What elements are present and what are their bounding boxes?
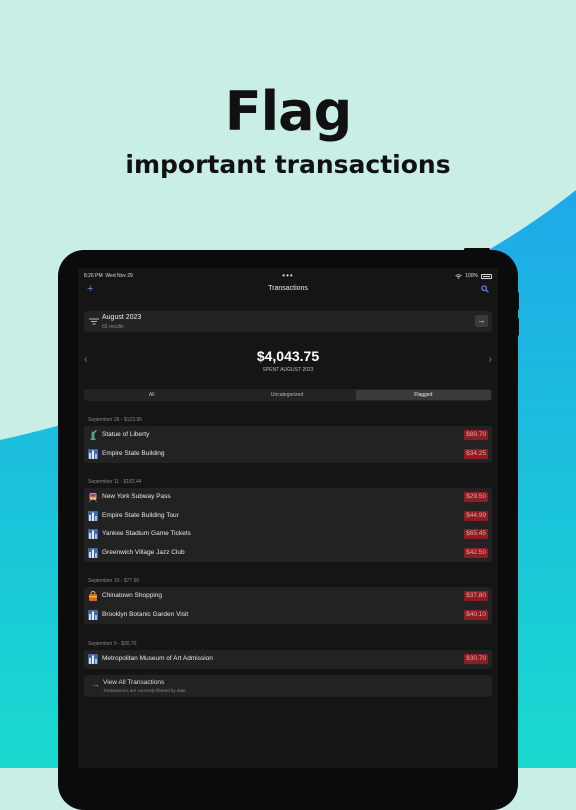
- transaction-group: Chinatown Shopping $37.80 Brooklyn Botan…: [84, 587, 492, 624]
- transaction-group: Metropolitan Museum of Art Admission $30…: [84, 650, 492, 669]
- multitasking-dots-icon[interactable]: •••: [84, 271, 492, 280]
- subway-icon: [89, 493, 97, 502]
- city-icon: [88, 654, 98, 664]
- transaction-row[interactable]: New York Subway Pass $29.50: [84, 488, 492, 507]
- filter-title: August 2023: [102, 314, 142, 321]
- arrow-right-icon[interactable]: →: [475, 315, 488, 327]
- transaction-name: New York Subway Pass: [102, 493, 171, 500]
- top-button: [464, 248, 490, 251]
- transaction-row[interactable]: Brooklyn Botanic Garden Visit $40.10: [84, 606, 492, 625]
- battery-percent: 100%: [465, 273, 478, 279]
- volume-button: [516, 318, 519, 336]
- filter-count: 66 results: [102, 324, 124, 330]
- transaction-amount: $30.70: [464, 654, 488, 664]
- transaction-amount: $40.10: [464, 609, 488, 620]
- search-icon[interactable]: [481, 285, 489, 293]
- transaction-group: New York Subway Pass $29.50 Empire State…: [84, 488, 492, 562]
- hero-subtitle: important transactions: [125, 150, 451, 179]
- transaction-name: Yankee Stadium Game Tickets: [102, 530, 191, 537]
- transaction-name: Metropolitan Museum of Art Admission: [102, 655, 213, 662]
- section-header: September 9 - $30.70: [88, 641, 137, 647]
- status-right: 100%: [455, 273, 492, 279]
- statue-icon: [90, 430, 97, 440]
- status-bar: 8:26 PM Wed Nov 29 ••• 100%: [84, 271, 492, 281]
- transaction-name: Empire State Building Tour: [102, 511, 179, 519]
- transaction-row[interactable]: Empire State Building $34.25: [84, 445, 492, 464]
- section-header: September 10 - $77.90: [88, 578, 140, 584]
- transaction-row[interactable]: Greenwich Village Jazz Club $42.50: [84, 544, 492, 563]
- nav-bar: + Transactions: [78, 282, 498, 300]
- transaction-row[interactable]: Statue of Liberty $89.70: [84, 426, 492, 445]
- city-icon: [88, 547, 98, 558]
- transaction-name: Empire State Building: [102, 449, 165, 457]
- battery-icon: [481, 273, 492, 279]
- view-all-subtitle: Transactions are currently filtered by d…: [103, 688, 186, 693]
- city-icon: [88, 448, 98, 459]
- city-icon: [88, 510, 98, 521]
- shopping-icon: [89, 591, 97, 601]
- filter-icon: [89, 318, 99, 325]
- volume-button: [516, 292, 519, 310]
- transaction-amount: $34.25: [464, 448, 488, 459]
- tab-all[interactable]: All: [84, 389, 219, 401]
- transaction-name: Greenwich Village Jazz Club: [102, 548, 185, 556]
- app-screen: 8:26 PM Wed Nov 29 ••• 100% + Transactio…: [78, 268, 498, 768]
- tab-uncategorized[interactable]: Uncategorized: [219, 389, 354, 401]
- view-all-transactions-button[interactable]: → View All Transactions Transactions are…: [84, 675, 492, 697]
- transaction-row[interactable]: Empire State Building Tour $44.99: [84, 507, 492, 526]
- city-icon: [88, 529, 98, 539]
- hero-title: Flag: [224, 80, 353, 143]
- wifi-icon: [455, 273, 462, 279]
- section-header: September 28 - $123.95: [88, 417, 142, 423]
- transaction-row[interactable]: Metropolitan Museum of Art Admission $30…: [84, 650, 492, 669]
- transaction-name: Chinatown Shopping: [102, 592, 162, 599]
- transaction-amount: $89.70: [464, 430, 488, 440]
- arrow-right-icon: →: [91, 679, 100, 689]
- transaction-amount: $37.80: [464, 591, 488, 601]
- chevron-right-icon[interactable]: ›: [488, 354, 492, 366]
- transaction-amount: $44.99: [464, 510, 488, 521]
- transaction-amount: $29.50: [464, 492, 488, 502]
- date-filter-card[interactable]: August 2023 66 results →: [84, 311, 492, 332]
- view-all-title: View All Transactions: [103, 679, 165, 686]
- tab-flagged[interactable]: Flagged: [355, 390, 491, 400]
- transaction-row[interactable]: Chinatown Shopping $37.80: [84, 587, 492, 606]
- total-spent-label: SPENT AUGUST 2023: [262, 367, 314, 373]
- nav-title: Transactions: [268, 285, 308, 292]
- city-icon: [88, 609, 98, 620]
- section-header: September 11 - $182.44: [88, 479, 142, 485]
- tab-bar: All Uncategorized Flagged: [84, 389, 492, 401]
- transaction-name: Brooklyn Botanic Garden Visit: [102, 610, 189, 618]
- transaction-amount: $42.50: [464, 547, 488, 558]
- transaction-row[interactable]: Yankee Stadium Game Tickets $65.45: [84, 525, 492, 544]
- transaction-amount: $65.45: [464, 529, 488, 539]
- transaction-group: Statue of Liberty $89.70 Empire State Bu…: [84, 426, 492, 463]
- total-spent: $4,043.75: [256, 348, 320, 364]
- transaction-name: Statue of Liberty: [102, 431, 150, 438]
